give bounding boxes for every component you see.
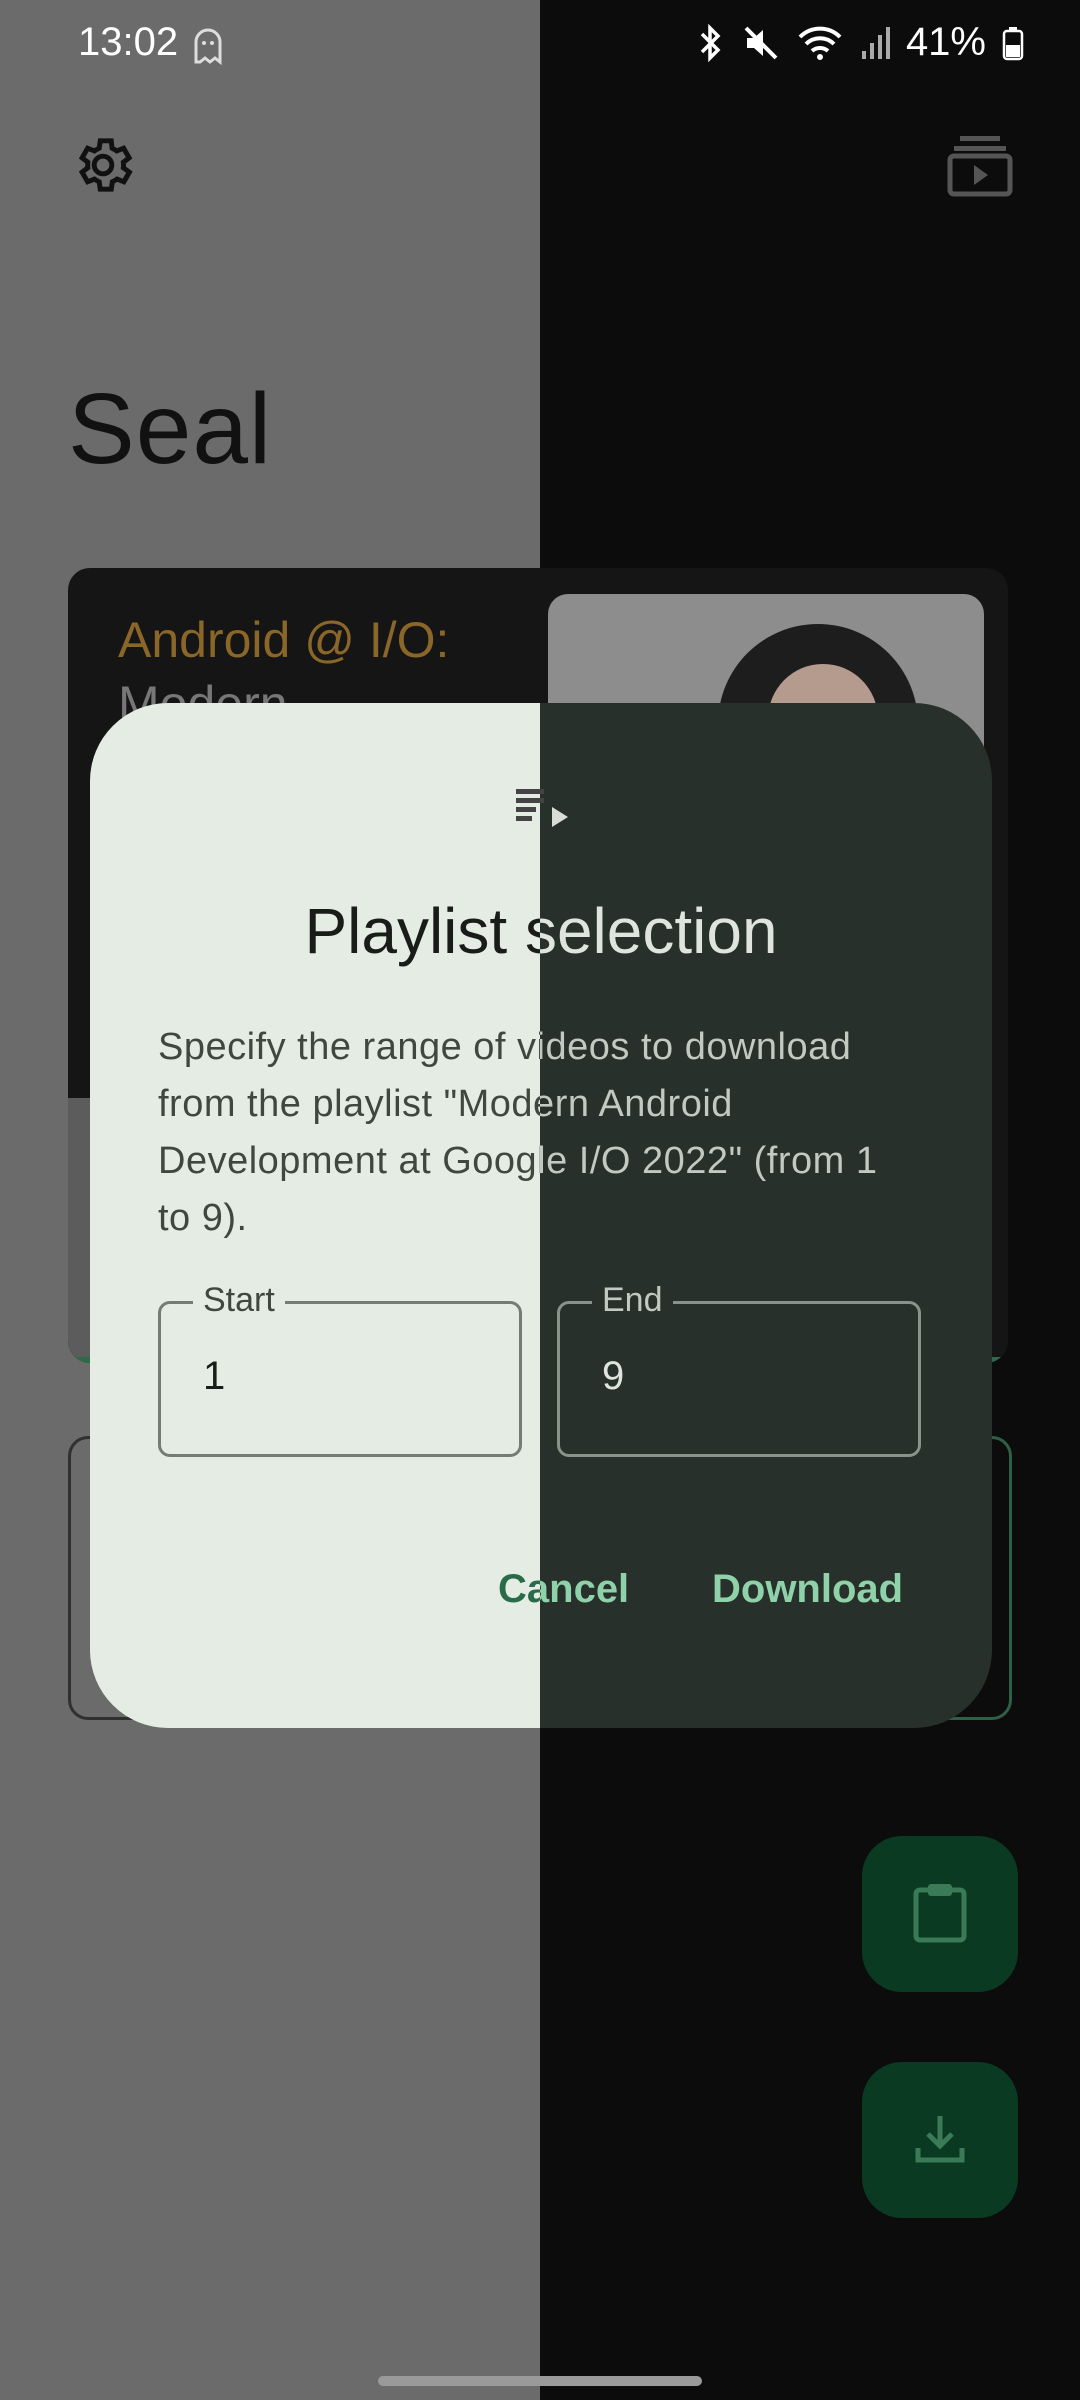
playlist-selection-dialog: Playlist selection Specify the range of …: [90, 703, 992, 1728]
dialog-title: Playlist selection: [90, 891, 992, 971]
end-input[interactable]: [602, 1350, 882, 1402]
download-fab[interactable]: [862, 2062, 1018, 2218]
start-field[interactable]: Start: [158, 1280, 522, 1457]
download-icon: [912, 2110, 968, 2171]
end-field-label: End: [592, 1280, 673, 1320]
subscriptions-icon[interactable]: [946, 132, 1014, 198]
download-button[interactable]: Download: [702, 1561, 913, 1617]
paste-button[interactable]: [862, 1836, 1018, 1992]
dialog-message: Specify the range of videos to download …: [158, 1019, 918, 1247]
clipboard-icon: [910, 1880, 970, 1949]
battery-icon: [1002, 23, 1024, 63]
start-field-label: Start: [193, 1280, 285, 1320]
app-title: Seal: [68, 373, 273, 485]
start-input[interactable]: [203, 1350, 483, 1402]
status-icons: 41%: [696, 20, 1024, 65]
bluetooth-icon: [696, 23, 726, 63]
signal-icon: [860, 23, 890, 63]
wifi-icon: [796, 23, 844, 63]
video-title-line1: Android @ I/O:: [118, 612, 450, 668]
cancel-button[interactable]: Cancel: [488, 1561, 639, 1617]
notification-ghost-icon: [188, 26, 228, 71]
status-time: 13:02: [78, 20, 179, 64]
home-indicator[interactable]: [378, 2376, 702, 2386]
battery-percent: 41%: [905, 20, 986, 64]
mute-icon: [742, 23, 780, 63]
playlist-play-icon: [510, 783, 570, 840]
settings-gear-icon[interactable]: [70, 132, 136, 198]
end-field[interactable]: End: [557, 1280, 921, 1457]
